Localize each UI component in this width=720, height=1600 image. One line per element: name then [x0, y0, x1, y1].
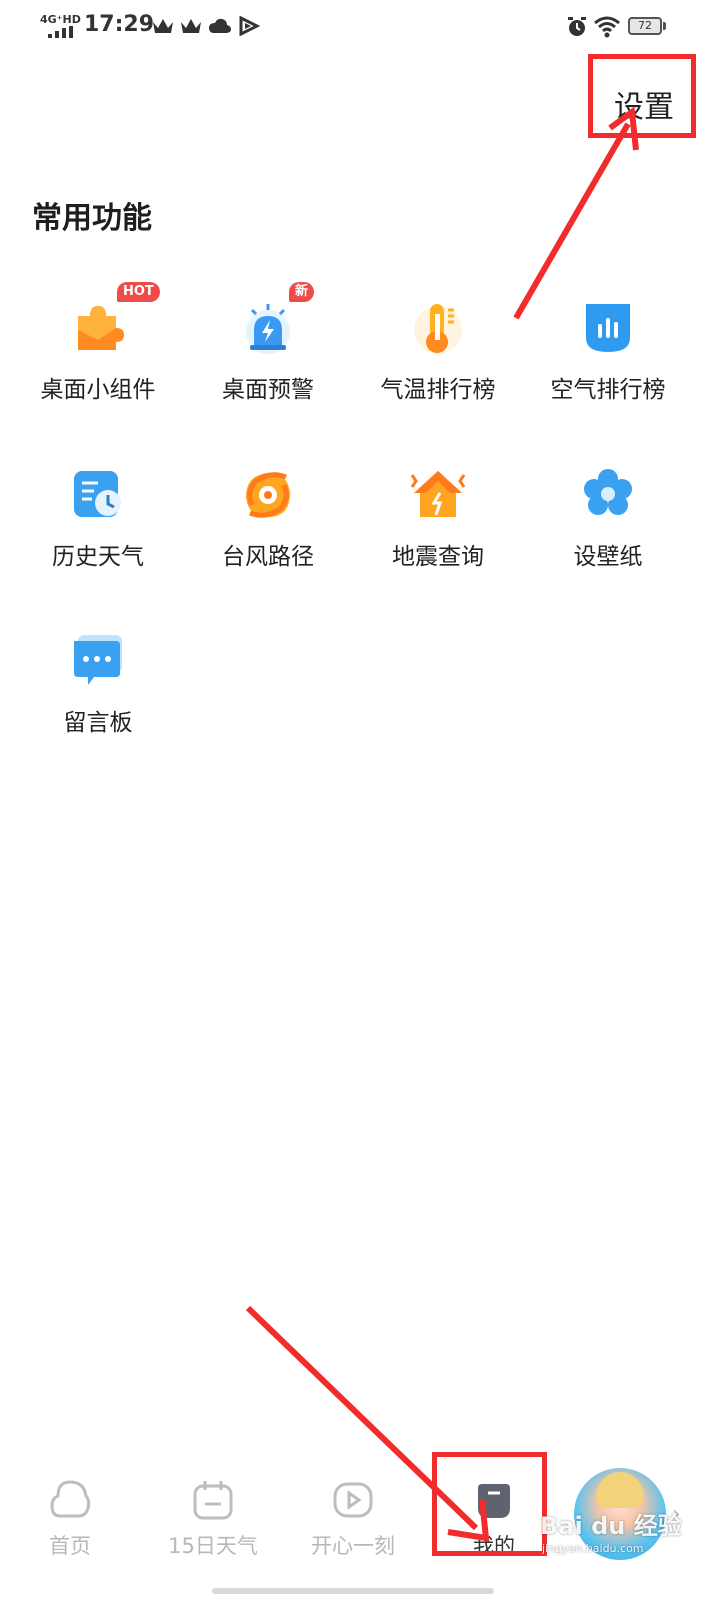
- feature-label: 历史天气: [52, 544, 144, 570]
- cloud-icon: [209, 18, 231, 33]
- feature-label: 设壁纸: [573, 544, 643, 570]
- alarm-icon: [568, 17, 586, 36]
- wifi-icon: [594, 16, 620, 38]
- feature-set-wallpaper[interactable]: 设壁纸: [523, 467, 693, 607]
- crown-icon: [153, 19, 173, 33]
- hot-badge: HOT: [117, 282, 160, 302]
- puzzle-icon: [78, 306, 124, 350]
- feature-history-weather[interactable]: 历史天气: [13, 467, 183, 607]
- feature-label: 留言板: [63, 710, 133, 736]
- nav-15day[interactable]: 15日天气: [143, 1460, 283, 1600]
- alarm-light-icon: [246, 304, 290, 354]
- feature-desktop-widget[interactable]: HOT 桌面小组件: [13, 282, 183, 440]
- feature-label: 气温排行榜: [380, 377, 496, 403]
- battery-indicator: 72: [628, 17, 662, 35]
- status-time: 17:29: [84, 12, 155, 37]
- watermark-url: jingyan.baidu.com: [542, 1542, 644, 1555]
- calendar-icon: [193, 1481, 233, 1520]
- feature-typhoon-path[interactable]: 台风路径: [183, 467, 353, 607]
- feature-desktop-alert[interactable]: 新 桌面预警: [183, 282, 353, 440]
- feature-label: 空气排行榜: [550, 377, 666, 403]
- nav-home[interactable]: 首页: [0, 1460, 140, 1600]
- watermark: Bai du 经验: [540, 1512, 682, 1540]
- annotation-box-settings: [588, 54, 696, 138]
- message-bubble-icon: [74, 635, 122, 685]
- flower-icon: [584, 469, 632, 515]
- nav-label: 开心一刻: [311, 1534, 395, 1558]
- annotation-arrows: [245, 106, 639, 1542]
- section-title: 常用功能: [32, 201, 152, 236]
- annotation-arrow-settings: [513, 122, 631, 320]
- home-indicator[interactable]: [212, 1588, 494, 1594]
- feature-label: 桌面预警: [222, 377, 314, 403]
- nav-label: 首页: [49, 1534, 91, 1558]
- play-badge-icon: [239, 16, 260, 36]
- feature-label: 台风路径: [222, 544, 314, 570]
- annotation-box-mine: [432, 1452, 547, 1556]
- nav-fun-moment[interactable]: 开心一刻: [283, 1460, 423, 1600]
- play-icon: [333, 1482, 373, 1518]
- thermometer-icon: [414, 304, 462, 354]
- status-bar: 4G⁺HD 17:29 72: [0, 0, 720, 56]
- network-indicator: 4G⁺HD: [40, 13, 81, 26]
- air-bars-icon: [586, 304, 630, 352]
- feature-message-board[interactable]: 留言板: [13, 633, 183, 773]
- signal-icon: [48, 26, 73, 38]
- feature-temperature-ranking[interactable]: 气温排行榜: [353, 300, 523, 440]
- feature-earthquake-query[interactable]: 地震查询: [353, 467, 523, 607]
- crown-icon: [181, 19, 201, 33]
- feature-label: 地震查询: [392, 544, 484, 570]
- home-cloud-icon: [50, 1480, 91, 1518]
- typhoon-icon: [246, 472, 290, 518]
- earthquake-house-icon: [410, 471, 466, 517]
- nav-label: 15日天气: [168, 1534, 258, 1558]
- history-clock-icon: [74, 471, 121, 517]
- battery-tip: [663, 22, 666, 30]
- new-badge: 新: [289, 282, 315, 302]
- feature-air-ranking[interactable]: 空气排行榜: [523, 300, 693, 440]
- feature-label: 桌面小组件: [40, 377, 156, 403]
